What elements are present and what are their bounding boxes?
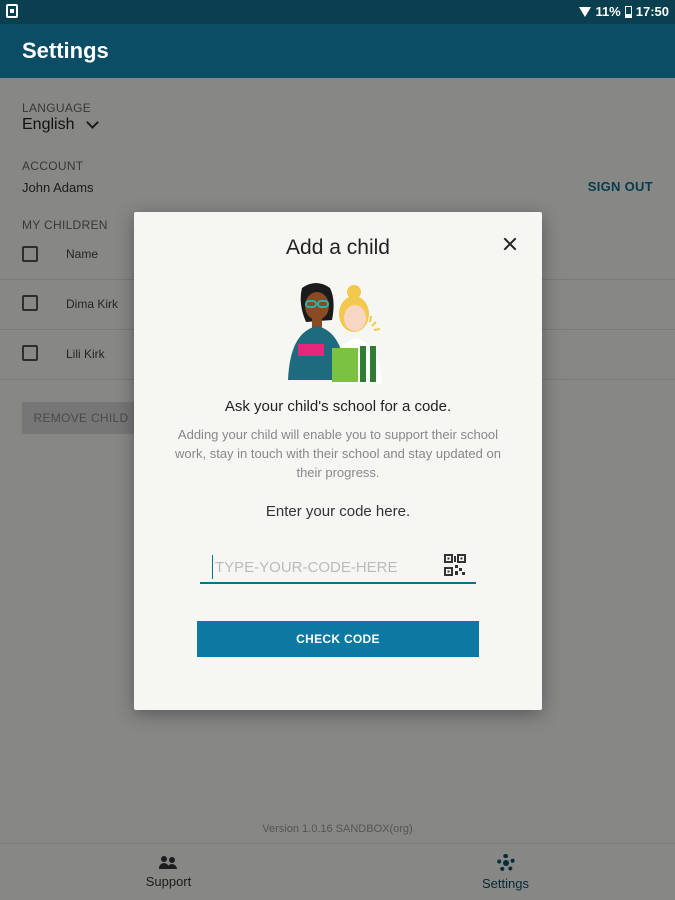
page-title: Settings	[22, 38, 109, 63]
dialog-description: Adding your child will enable you to sup…	[175, 427, 501, 480]
parent-child-illustration	[288, 283, 382, 384]
enter-code-label: Enter your code here.	[265, 503, 411, 520]
check-code-button[interactable]: CHECK CODE	[197, 621, 479, 657]
clock: 17:50	[635, 4, 669, 19]
qr-code-icon[interactable]	[444, 554, 466, 576]
app-bar: Settings	[0, 24, 675, 78]
close-icon[interactable]	[502, 236, 518, 252]
add-child-dialog: Add a child Ask your child's school for …	[134, 212, 542, 710]
status-indicators: 11% 17:50	[579, 4, 669, 19]
battery-percent: 11%	[595, 4, 621, 19]
wifi-icon	[579, 6, 592, 17]
dialog-title: Add a child	[286, 236, 390, 259]
battery-icon	[624, 5, 632, 18]
code-field	[200, 552, 476, 584]
status-bar: 11% 17:50	[0, 0, 675, 24]
code-input[interactable]	[212, 555, 432, 579]
dialog-prompt: Ask your child's school for a code.	[224, 398, 452, 415]
notification-icon	[6, 4, 18, 18]
